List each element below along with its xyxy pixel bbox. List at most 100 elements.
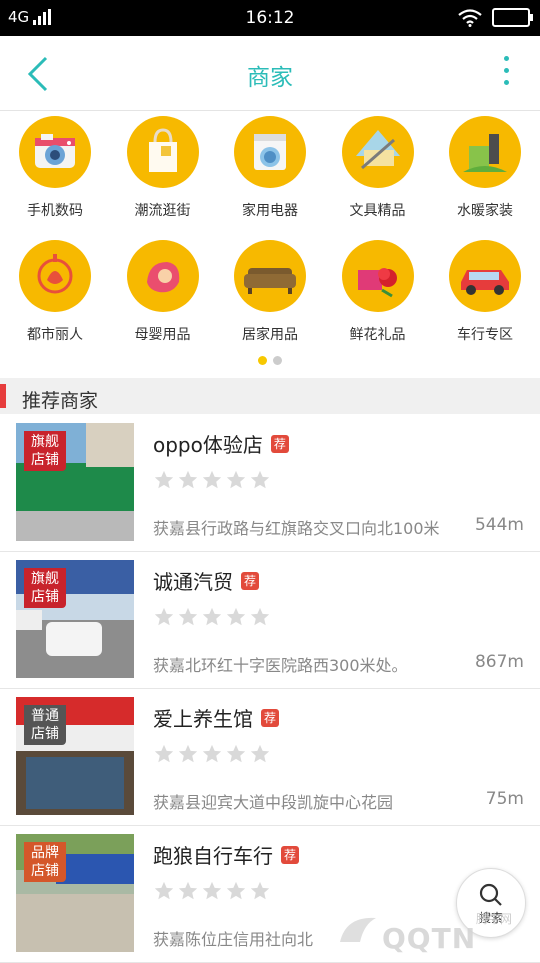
- shop-type-tag: 旗舰 店铺: [24, 568, 66, 608]
- category-circle: [234, 240, 306, 312]
- merchant-address: 获嘉县行政路与红旗路交叉口向北100米: [153, 519, 440, 538]
- shop-type-tag: 普通 店铺: [24, 705, 66, 745]
- shop-type-tag-line2: 店铺: [31, 863, 59, 879]
- shop-type-tag-line1: 品牌: [31, 845, 59, 861]
- star-icon: [153, 880, 175, 906]
- star-icon: [225, 469, 247, 495]
- category-label: 鲜花礼品: [349, 327, 406, 343]
- shop-type-tag-line1: 普通: [31, 708, 59, 724]
- page-dot: [273, 356, 282, 365]
- merchant-thumbnail: 品牌 店铺: [16, 834, 134, 952]
- star-icon: [225, 606, 247, 632]
- car-icon: [461, 270, 509, 295]
- category-circle: [449, 240, 521, 312]
- stationery-icon: [355, 130, 400, 170]
- category-label: 潮流逛街: [134, 203, 191, 219]
- category-label: 都市丽人: [27, 327, 83, 343]
- category-item[interactable]: 手机数码: [1, 112, 109, 220]
- category-item[interactable]: 都市丽人: [1, 236, 109, 344]
- category-item[interactable]: 鲜花礼品: [324, 236, 432, 344]
- merchant-name: 诚通汽贸: [153, 570, 233, 594]
- shop-type-tag: 旗舰 店铺: [24, 431, 66, 471]
- merchant-row[interactable]: 旗舰店铺 oppo体验店荐获嘉县行政路与红旗路交叉口向北100米 544m: [0, 415, 540, 552]
- sofa-icon: [244, 268, 296, 294]
- rating-stars: [153, 469, 271, 495]
- watermark-subtext: 腾牛网: [476, 912, 513, 926]
- more-menu-icon[interactable]: [500, 56, 512, 92]
- category-circle: [341, 240, 414, 312]
- category-item[interactable]: 文具精品: [324, 112, 432, 220]
- star-icon: [177, 743, 199, 769]
- category-item[interactable]: 潮流逛街: [109, 112, 217, 220]
- recommended-badge: 荐: [261, 708, 280, 727]
- category-item[interactable]: 车行专区: [431, 236, 539, 344]
- page-title: 商家: [247, 65, 293, 91]
- category-circle: [126, 116, 199, 188]
- section-accent-bar: [0, 384, 6, 408]
- merchant-name-line: 爱上养生馆荐: [153, 703, 280, 732]
- shop-type-tag-line2: 店铺: [31, 589, 59, 605]
- merchant-row[interactable]: 旗舰店铺 诚通汽贸荐获嘉北环红十字医院路西300米处。 867m: [0, 552, 540, 689]
- watermark-logo-icon: [340, 917, 376, 942]
- category-item[interactable]: 母婴用品: [109, 236, 217, 344]
- beauty-icon: [37, 254, 73, 294]
- star-icon: [201, 606, 223, 632]
- page-dot-active: [258, 356, 267, 365]
- merchant-name: oppo体验店: [153, 433, 263, 457]
- merchant-thumbnail: 旗舰 店铺: [16, 423, 134, 541]
- star-icon: [201, 469, 223, 495]
- category-label: 文具精品: [349, 203, 406, 219]
- merchant-name-line: oppo体验店荐: [153, 429, 289, 458]
- star-icon: [153, 743, 175, 769]
- star-icon: [225, 880, 247, 906]
- merchant-distance: 544m: [474, 515, 524, 535]
- rating-stars: [153, 606, 271, 632]
- watermark: QQTN 腾牛网: [336, 908, 532, 955]
- star-icon: [177, 880, 199, 906]
- merchant-address: 获嘉北环红十字医院路西300米处。: [153, 656, 408, 675]
- shop-type-tag-line1: 旗舰: [31, 434, 59, 450]
- category-label: 手机数码: [27, 203, 83, 219]
- wifi-icon: [458, 8, 482, 27]
- shop-type-tag-line1: 旗舰: [31, 571, 59, 587]
- category-item[interactable]: 居家用品: [216, 236, 324, 344]
- category-circle: [449, 116, 521, 188]
- category-label: 家用电器: [242, 203, 298, 219]
- shopping-bag-icon: [148, 128, 177, 172]
- app-header: 商家: [0, 36, 540, 111]
- star-icon: [177, 469, 199, 495]
- search-icon: [479, 883, 502, 906]
- battery-icon: [492, 8, 533, 27]
- category-circle: [341, 116, 414, 188]
- star-icon: [225, 743, 247, 769]
- merchant-distance: 867m: [474, 652, 524, 672]
- merchant-name: 跑狼自行车行: [153, 844, 273, 868]
- merchant-name-line: 跑狼自行车行荐: [153, 840, 300, 869]
- star-icon: [249, 880, 271, 906]
- star-icon: [249, 743, 271, 769]
- paint-icon: [463, 134, 507, 172]
- washing-machine-icon: [254, 134, 286, 170]
- rating-stars: [153, 743, 271, 769]
- star-icon: [249, 469, 271, 495]
- merchant-address: 获嘉县迎宾大道中段凯旋中心花园: [153, 793, 394, 812]
- category-item[interactable]: 水暖家装: [431, 112, 539, 220]
- category-label: 居家用品: [242, 327, 298, 343]
- merchant-distance: 75m: [485, 789, 524, 809]
- rating-stars: [153, 880, 271, 906]
- merchant-name: 爱上养生馆: [153, 707, 253, 731]
- category-circle: [19, 240, 91, 312]
- category-circle: [19, 116, 91, 188]
- watermark-text: QQTN: [382, 922, 477, 955]
- merchant-thumbnail: 普通 店铺: [16, 697, 134, 815]
- category-label: 水暖家装: [457, 203, 513, 219]
- star-icon: [153, 469, 175, 495]
- category-item[interactable]: 家用电器: [216, 112, 324, 220]
- category-label: 车行专区: [457, 327, 513, 343]
- section-header: 推荐商家: [0, 378, 540, 414]
- shop-type-tag-line2: 店铺: [31, 452, 59, 468]
- star-icon: [201, 743, 223, 769]
- merchant-row[interactable]: 普通 店铺 爱上养生馆荐获嘉县迎宾大道中段凯旋中心花园 75m: [0, 689, 540, 826]
- merchant-name-line: 诚通汽贸荐: [153, 566, 260, 595]
- recommended-badge: 荐: [241, 571, 260, 590]
